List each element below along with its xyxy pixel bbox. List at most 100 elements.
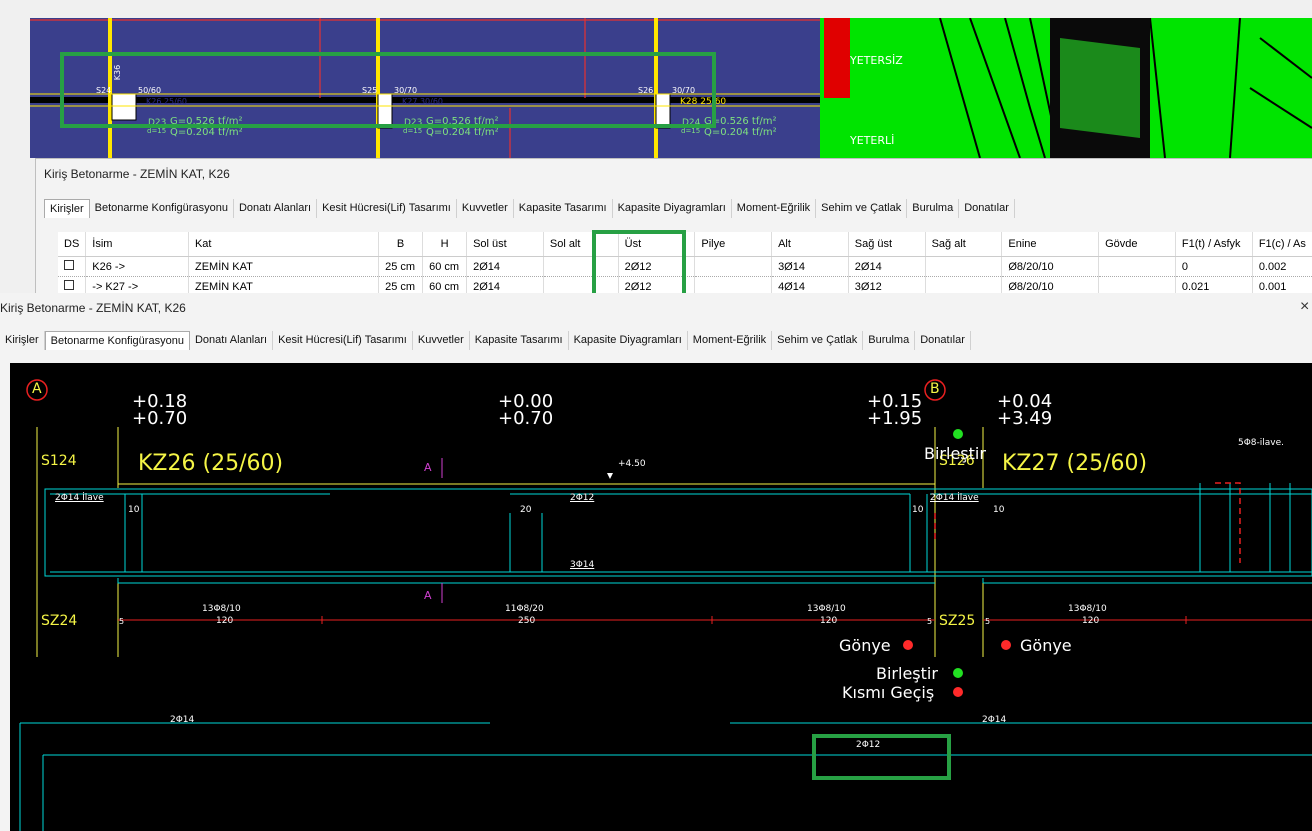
col-header[interactable]: Sol üst bbox=[466, 232, 544, 257]
rebar-ilave-right: 2Φ14 İlave bbox=[930, 493, 979, 503]
label-d15c: d=15 bbox=[681, 127, 701, 135]
beam-kz26-label: KZ26 (25/60) bbox=[138, 451, 284, 476]
col-header[interactable]: DS bbox=[58, 232, 87, 257]
col-header[interactable]: İsim bbox=[85, 232, 189, 257]
label-q1: Q=0.204 tf/m² bbox=[170, 127, 243, 138]
tab-sehim-catlak[interactable]: Sehim ve Çatlak bbox=[772, 331, 864, 350]
col-header[interactable]: Kat bbox=[188, 232, 380, 257]
table-cell[interactable] bbox=[694, 256, 773, 277]
ds-cell[interactable] bbox=[58, 256, 87, 277]
tab-donati-alanlari[interactable]: Donatı Alanları bbox=[190, 331, 274, 350]
beam-kz27-label: KZ27 (25/60) bbox=[1002, 451, 1148, 476]
level-mark: +4.50 bbox=[618, 459, 646, 469]
tab-moment-egrilik[interactable]: Moment-Eğrilik bbox=[688, 331, 773, 350]
stirrup-3-length: 120 bbox=[820, 616, 838, 626]
tab-kesit-hucresi[interactable]: Kesit Hücresi(Lif) Tasarımı bbox=[317, 199, 457, 218]
rebar-extra-right: 5Φ8-ilave. bbox=[1238, 438, 1285, 448]
stirrup-2: 11Φ8/20 bbox=[505, 604, 544, 614]
tab-kirisler[interactable]: Kirişler bbox=[44, 199, 90, 218]
rebar-ilave-left: 2Φ14 İlave bbox=[55, 493, 104, 503]
section-mark-top: A bbox=[424, 461, 432, 474]
dim-5a: 5 bbox=[119, 617, 125, 626]
support-s124: S124 bbox=[41, 453, 77, 469]
col-header[interactable]: F1(c) / As bbox=[1252, 232, 1312, 257]
tab-kuvvetler[interactable]: Kuvvetler bbox=[413, 331, 470, 350]
tab-sehim-catlak[interactable]: Sehim ve Çatlak bbox=[816, 199, 908, 218]
rebar-top-bar: 2Φ12 bbox=[570, 493, 595, 503]
elevation-3b: +1.95 bbox=[867, 408, 923, 429]
col-header[interactable]: Pilye bbox=[694, 232, 773, 257]
tab-kapasite-tasarimi[interactable]: Kapasite Tasarımı bbox=[470, 331, 569, 350]
gonye-right-label[interactable]: Gönye bbox=[1020, 636, 1072, 655]
table-cell[interactable]: 2Ø14 bbox=[466, 256, 544, 277]
table-cell[interactable]: 25 cm bbox=[378, 256, 424, 277]
table-cell[interactable] bbox=[1098, 256, 1176, 277]
label-d15a: d=15 bbox=[147, 127, 167, 135]
stirrup-1-length: 120 bbox=[216, 616, 234, 626]
table-cell[interactable]: 2Ø14 bbox=[848, 256, 926, 277]
tab-kapasite-diyagramlari[interactable]: Kapasite Diyagramları bbox=[613, 199, 732, 218]
table-cell[interactable]: K26 -> bbox=[85, 256, 189, 277]
col-header[interactable]: Sağ üst bbox=[848, 232, 926, 257]
tab-betonarme-konfigurasyonu[interactable]: Betonarme Konfigürasyonu bbox=[44, 331, 190, 350]
support-sz24: SZ24 bbox=[41, 613, 78, 629]
close-icon[interactable]: × bbox=[1300, 298, 1309, 316]
label-insufficient: YETERSİZ bbox=[850, 54, 903, 67]
col-header[interactable]: H bbox=[422, 232, 468, 257]
tab-burulma[interactable]: Burulma bbox=[863, 331, 916, 350]
birlestir-top-label[interactable]: Birleştir bbox=[924, 444, 986, 463]
ds-checkbox[interactable] bbox=[64, 280, 74, 290]
tab-bar: Kirişler Betonarme Konfigürasyonu Donatı… bbox=[0, 331, 971, 350]
stirrup-4: 13Φ8/10 bbox=[1068, 604, 1107, 614]
dim-10a: 10 bbox=[128, 505, 140, 515]
elevation-1b: +0.70 bbox=[132, 408, 188, 429]
table-cell[interactable]: 60 cm bbox=[422, 256, 468, 277]
table-cell[interactable]: 0.002 bbox=[1252, 256, 1312, 277]
support-sz25: SZ25 bbox=[939, 613, 976, 629]
table-cell[interactable]: Ø8/20/10 bbox=[1001, 256, 1100, 277]
tab-donatilar[interactable]: Donatılar bbox=[915, 331, 971, 350]
label-q2: Q=0.204 tf/m² bbox=[426, 127, 499, 138]
analysis-view[interactable]: YETERSİZ YETERLİ bbox=[820, 18, 1312, 158]
elevation-4b: +3.49 bbox=[997, 408, 1053, 429]
dim-10b: 10 bbox=[912, 505, 924, 515]
kismi-gecis-label[interactable]: Kısmı Geçiş bbox=[842, 683, 934, 702]
table-cell[interactable]: ZEMİN KAT bbox=[188, 256, 380, 277]
elevation-2b: +0.70 bbox=[498, 408, 554, 429]
stirrup-3: 13Φ8/10 bbox=[807, 604, 846, 614]
ds-checkbox[interactable] bbox=[64, 260, 74, 270]
tab-moment-egrilik[interactable]: Moment-Eğrilik bbox=[732, 199, 817, 218]
label-q3: Q=0.204 tf/m² bbox=[704, 127, 777, 138]
highlight-box-plan bbox=[60, 52, 716, 128]
tab-kapasite-diyagramlari[interactable]: Kapasite Diyagramları bbox=[569, 331, 688, 350]
col-header[interactable]: F1(t) / Asfyk bbox=[1175, 232, 1253, 257]
window-title: Kiriş Betonarme - ZEMİN KAT, K26 bbox=[0, 301, 186, 315]
tab-kirisler[interactable]: Kirişler bbox=[0, 331, 45, 350]
section-mark-bottom: A bbox=[424, 589, 432, 602]
dim-5b: 5 bbox=[927, 617, 933, 626]
col-header[interactable]: B bbox=[378, 232, 424, 257]
tab-donati-alanlari[interactable]: Donatı Alanları bbox=[234, 199, 318, 218]
tab-donatilar[interactable]: Donatılar bbox=[959, 199, 1015, 218]
rebar-bottom-bar: 3Φ14 bbox=[570, 560, 595, 570]
tab-burulma[interactable]: Burulma bbox=[907, 199, 960, 218]
reinforcement-drawing-canvas[interactable]: A B +0.18 +0.70 +0.00 +0.70 +0.15 +1.95 … bbox=[10, 363, 1312, 831]
table-cell[interactable]: 0 bbox=[1175, 256, 1253, 277]
table-cell[interactable] bbox=[925, 256, 1003, 277]
tab-bar: Kirişler Betonarme Konfigürasyonu Donatı… bbox=[44, 199, 1015, 218]
table-cell[interactable]: 3Ø14 bbox=[771, 256, 849, 277]
col-header[interactable]: Gövde bbox=[1098, 232, 1176, 257]
gonye-left-label[interactable]: Gönye bbox=[839, 636, 891, 655]
beam-window-drawing: Kiriş Betonarme - ZEMİN KAT, K26 × Kiriş… bbox=[0, 293, 1312, 831]
col-header[interactable]: Sağ alt bbox=[925, 232, 1003, 257]
tab-kapasite-tasarimi[interactable]: Kapasite Tasarımı bbox=[514, 199, 613, 218]
tab-betonarme-konfigurasyonu[interactable]: Betonarme Konfigürasyonu bbox=[90, 199, 234, 218]
birlestir-bottom-label[interactable]: Birleştir bbox=[876, 664, 938, 683]
tab-kesit-hucresi[interactable]: Kesit Hücresi(Lif) Tasarımı bbox=[273, 331, 413, 350]
label-sufficient: YETERLİ bbox=[850, 134, 895, 147]
label-d15b: d=15 bbox=[403, 127, 423, 135]
col-header[interactable]: Enine bbox=[1001, 232, 1100, 257]
tab-kuvvetler[interactable]: Kuvvetler bbox=[457, 199, 514, 218]
col-header[interactable]: Alt bbox=[771, 232, 849, 257]
highlight-box-rebar bbox=[812, 734, 951, 780]
